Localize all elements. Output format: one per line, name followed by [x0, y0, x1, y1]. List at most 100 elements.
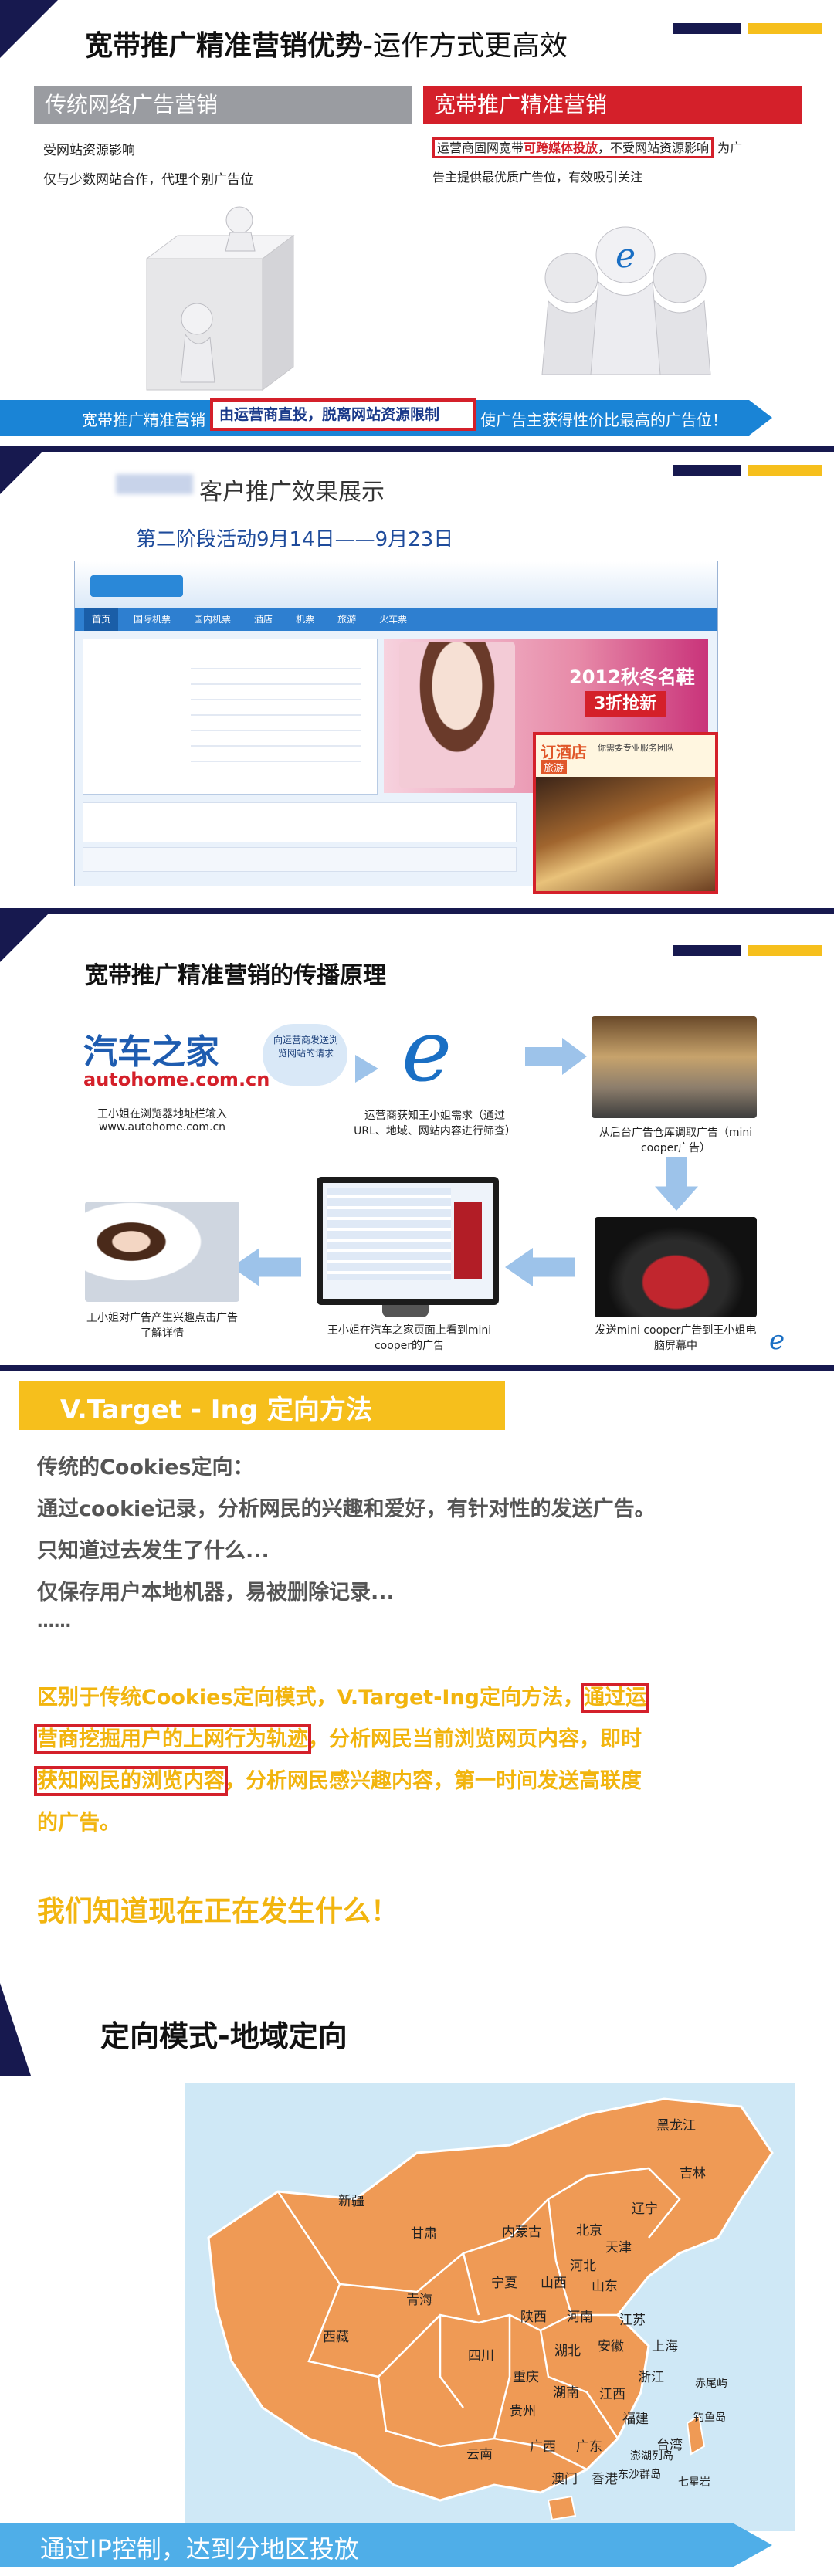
province-jilin: 吉林	[680, 2166, 706, 2181]
nav-item[interactable]: 国内机票	[186, 608, 239, 631]
traditional-line-1: 受网站资源影响	[43, 143, 135, 158]
vtarget-line-4: 的广告。	[37, 1811, 120, 1835]
province-anhui: 安徽	[598, 2339, 624, 2354]
province-hubei: 湖北	[554, 2344, 581, 2359]
autohome-logo-cn: 汽车之家	[83, 1032, 219, 1072]
corner-triangle	[0, 0, 58, 58]
promo-title: 2012秋冬名鞋	[569, 666, 695, 688]
province-guizhou: 贵州	[510, 2404, 536, 2419]
geo-title: 定向模式-地域定向	[100, 2019, 348, 2053]
navy-stripe	[673, 465, 741, 476]
top-navy-band	[0, 446, 834, 452]
cookie-ellipsis: ……	[37, 1612, 71, 1632]
gold-stripe	[748, 23, 822, 34]
province-hongkong: 香港	[592, 2472, 618, 2487]
top-navy-band	[0, 908, 834, 914]
site-logo	[90, 575, 183, 597]
vtarget-line-1-text: 区别于传统Cookies定向模式，V.Target-Ing定向方法，	[37, 1686, 584, 1710]
geo-footer-text: 通过IP控制，达到分地区投放	[40, 2534, 359, 2564]
telecom-team-illustration: ℯ	[541, 226, 711, 375]
province-jiangxi: 江西	[599, 2387, 626, 2402]
know-now-highlight: 我们知道现在正在发生什么！	[37, 1896, 399, 1927]
province-guangdong: 广东	[576, 2439, 602, 2455]
method-title: V.Target - Ing 定向方法	[60, 1395, 372, 1425]
cookie-line-2: 只知道过去发生了什么...	[37, 1539, 270, 1563]
gold-stripe	[748, 465, 822, 476]
hotel-ad-header: 订酒店 你需要专业服务团队 旅游	[536, 735, 715, 777]
province-shaanxi: 陕西	[520, 2310, 547, 2325]
corner-triangle	[0, 1983, 31, 2076]
telecom-small-logo: ℯ	[769, 1325, 785, 1356]
arrow-right-1	[355, 1055, 378, 1083]
arrow-left-2	[232, 1248, 301, 1286]
mini-cooper-photo	[595, 1217, 757, 1317]
svg-text:ℯ: ℯ	[615, 236, 636, 276]
precision-header: 宽带推广精准营销	[423, 86, 802, 124]
campaign-period: 第二阶段活动9月14日——9月23日	[136, 528, 454, 551]
province-jiangsu: 江苏	[619, 2313, 646, 2328]
step5-caption: 王小姐在汽车之家页面上看到mini cooper的广告	[327, 1324, 492, 1352]
traditional-header: 传统网络广告营销	[34, 86, 412, 124]
island-dongsha: 东沙群岛	[618, 2469, 661, 2481]
woman-laptop-photo	[85, 1202, 239, 1302]
province-ningxia: 宁夏	[491, 2276, 517, 2291]
step3-caption: 从后台广告仓库调取广告（mini cooper广告）	[598, 1127, 753, 1154]
province-xizang: 西藏	[323, 2330, 349, 2345]
banner-suffix: 使广告主获得性价比最高的广告位！	[480, 411, 727, 429]
cookie-line-1: 通过cookie记录，分析网民的兴趣和爱好，有针对性的发送广告。	[37, 1497, 656, 1521]
nav-item[interactable]: 首页	[84, 608, 119, 631]
slide-geo-targeting: 定向模式-地域定向 黑龙江 吉林 辽宁 新疆 甘肃 内蒙古 北京 天津 河北 宁…	[0, 1952, 834, 2576]
arrow-down	[655, 1157, 698, 1211]
nav-item[interactable]: 旅游	[330, 608, 364, 631]
slide-broadband-advantage: 宽带推广精准营销优势-运作方式更高效 传统网络广告营销 受网站资源影响 仅与少数…	[0, 0, 834, 442]
cookie-line-3: 仅保存用户本地机器，易被删除记录...	[37, 1581, 395, 1605]
hotel-ad-popup[interactable]: 订酒店 你需要专业服务团队 旅游	[533, 732, 718, 894]
slide-title: 宽带推广精准营销优势-运作方式更高效	[85, 23, 568, 63]
province-chongqing: 重庆	[513, 2370, 539, 2385]
banner-prefix: 宽带推广精准营销	[82, 411, 205, 429]
island-diaoyu: 钓鱼岛	[693, 2412, 726, 2424]
nav-item[interactable]: 酒店	[246, 608, 280, 631]
province-shandong: 山东	[592, 2279, 618, 2294]
precision-header-label: 宽带推广精准营销	[434, 92, 608, 117]
precision-boxed-text: 运营商固网宽带可跨媒体投放，不受网站资源影响	[432, 137, 714, 158]
monitor-car-ad	[454, 1202, 482, 1279]
autohome-logo-en: autohome.com.cn	[83, 1069, 270, 1090]
promo-discount: 3折抢新	[585, 691, 666, 717]
title-suffix: -运作方式更高效	[363, 30, 568, 62]
banner-highlight-box: 由运营商直投，脱离网站资源限制	[210, 398, 476, 431]
province-gansu: 甘肃	[411, 2226, 437, 2242]
monitor-stand	[382, 1305, 429, 1317]
monitor-content	[327, 1188, 451, 1280]
client-name-blur	[116, 474, 193, 494]
vtarget-boxed-3: 获知网民的浏览内容	[34, 1766, 228, 1796]
navy-stripe	[673, 945, 741, 956]
traditional-header-label: 传统网络广告营销	[45, 92, 219, 117]
precision-tail-1: 为广	[717, 141, 743, 155]
province-shanghai: 上海	[652, 2339, 678, 2354]
vtarget-line-1: 区别于传统Cookies定向模式，V.Target-Ing定向方法，通过运	[37, 1680, 649, 1713]
island-chiwei: 赤尾屿	[695, 2378, 727, 2390]
province-zhejiang: 浙江	[638, 2370, 664, 2385]
ad-warehouse-photo	[592, 1016, 757, 1118]
province-fujian: 福建	[622, 2412, 649, 2427]
vtarget-line-2: 营商挖掘用户的上网行为轨迹，分析网民当前浏览网页内容，即时	[34, 1722, 642, 1754]
nav-item[interactable]: 机票	[288, 608, 322, 631]
province-macau: 澳门	[551, 2472, 578, 2487]
nav-item[interactable]: 火车票	[371, 608, 415, 631]
slide-targeting-method: V.Target - Ing 定向方法 传统的Cookies定向： 通过cook…	[0, 1365, 834, 1952]
province-qinghai: 青海	[406, 2293, 432, 2308]
hotel-ad-subtitle: 你需要专业服务团队	[598, 743, 674, 753]
slide-client-results: 客户推广效果展示 第二阶段活动9月14日——9月23日 首页 国际机票 国内机票…	[0, 446, 834, 903]
province-tianjin: 天津	[605, 2240, 632, 2256]
precision-line-2: 告主提供最优质广告位，有效吸引关注	[432, 170, 643, 185]
nav-item[interactable]: 国际机票	[126, 608, 178, 631]
slide3-title: 宽带推广精准营销的传播原理	[85, 962, 386, 989]
hotel-ad-title: 订酒店	[541, 743, 587, 761]
province-liaoning: 辽宁	[632, 2201, 658, 2217]
traditional-line-2: 仅与少数网站合作，代理个别广告位	[43, 172, 253, 188]
hotel-room-photo	[536, 777, 715, 891]
province-hebei: 河北	[570, 2259, 596, 2274]
cookie-heading: 传统的Cookies定向：	[37, 1456, 254, 1480]
vtarget-boxed-1: 通过运	[581, 1683, 649, 1713]
